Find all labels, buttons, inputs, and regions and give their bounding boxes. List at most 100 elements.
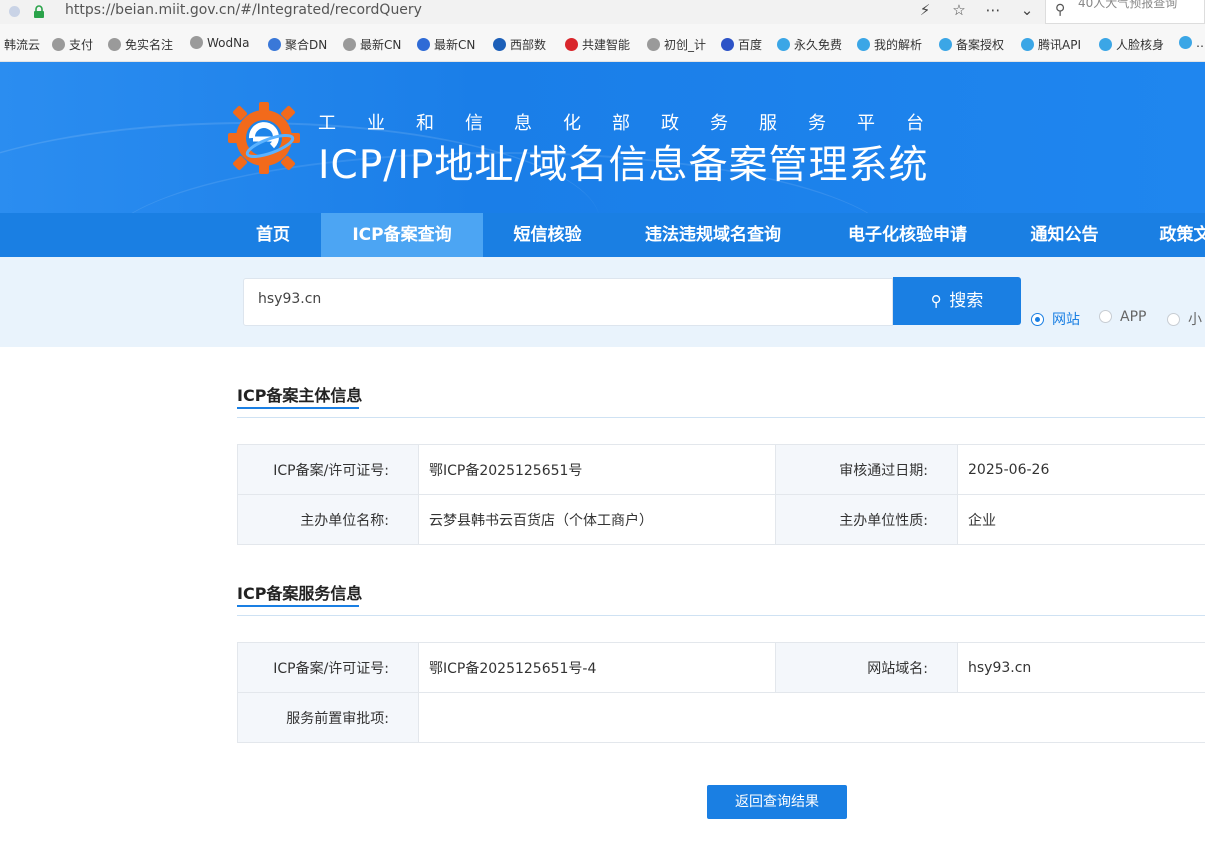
back-to-results-button[interactable]: 返回查询结果 [707,785,847,819]
url-field[interactable]: https://beian.miit.gov.cn/#/Integrated/r… [65,2,422,18]
radio-label: 小 [1188,312,1202,328]
bookmark-item[interactable]: 共建智能 [565,36,641,52]
table-row: ICP备案/许可证号: 鄂ICP备2025125651号 审核通过日期: 202… [237,444,1205,495]
pre-approval-value [418,692,1205,743]
bookmark-favicon-icon [857,38,870,51]
bookmark-item[interactable]: 百度 [721,36,771,52]
site-subtitle: 工业和信息化部政务服务平台 [318,113,955,134]
nav-illegal-domain[interactable]: 违法违规域名查询 [622,213,804,257]
bookmark-item[interactable]: 最新CN [417,36,487,52]
search-icon: ⚲ [1055,2,1066,18]
bookmark-label: 初创_计 [664,38,707,52]
radio-website[interactable]: 网站 [1031,309,1080,329]
search-input[interactable] [258,291,858,307]
subject-info-table: ICP备案/许可证号: 鄂ICP备2025125651号 审核通过日期: 202… [237,444,1205,545]
organizer-type-value: 企业 [957,494,1205,545]
bookmark-item[interactable]: 西部数 [493,36,559,52]
table-row: 主办单位名称: 云梦县韩书云百货店（个体工商户） 主办单位性质: 企业 [237,494,1205,545]
bookmark-favicon-icon [52,38,65,51]
section-divider [237,417,1205,418]
approval-date-value: 2025-06-26 [957,444,1205,495]
chevron-down-icon[interactable]: ⌄ [1017,1,1037,19]
bookmark-label: 支付 [69,38,94,52]
bookmark-item[interactable]: 初创_计 [647,36,715,52]
search-button-label: 搜索 [949,291,984,311]
domain-label: 网站域名: [775,642,958,693]
organizer-name-label: 主办单位名称: [237,494,419,545]
bookmark-item[interactable]: 聚合DN [268,36,337,52]
radio-circle[interactable] [1167,313,1180,326]
radio-label: 网站 [1052,312,1080,328]
organizer-type-label: 主办单位性质: [775,494,958,545]
bookmark-label: 百度 [738,38,763,52]
gear-logo-icon [228,102,300,174]
service-section-title: ICP备案服务信息 [237,584,363,603]
browser-search-box[interactable]: ⚲ 40人大气预报查询 [1045,0,1205,24]
bookmark-favicon-icon [721,38,734,51]
bookmarks-bar: 韩流云 支付 免实名注 WodNa 聚合DN 最新CN 最新CN 西部数 共建智能 初创_计 百度 永… [0,24,1205,62]
nav-policy[interactable]: 政策文 [1140,213,1205,257]
bookmark-item[interactable]: WodNa [190,36,262,52]
license-number-value: 鄂ICP备2025125651号 [418,444,776,495]
service-license-label: ICP备案/许可证号: [237,642,419,693]
more-icon[interactable]: ⋯ [983,1,1003,19]
subject-section-title: ICP备案主体信息 [237,386,363,405]
bookmark-favicon-icon [108,38,121,51]
bookmark-favicon-icon [1021,38,1034,51]
bookmark-item[interactable]: 人脸核身 [1099,36,1173,52]
nav-home[interactable]: 首页 [238,213,308,257]
radio-circle[interactable] [1099,310,1112,323]
bookmark-favicon-icon [190,36,203,49]
star-icon[interactable]: ☆ [949,1,969,19]
radio-app[interactable]: APP [1099,309,1146,325]
table-row: ICP备案/许可证号: 鄂ICP备2025125651号-4 网站域名: hsy… [237,642,1205,693]
license-number-label: ICP备案/许可证号: [237,444,419,495]
bookmark-label: 韩流云 [4,38,41,52]
bookmark-item[interactable]: 韩流云 [4,36,46,52]
bookmark-favicon-icon [417,38,430,51]
nav-e-verify[interactable]: 电子化核验申请 [826,213,989,257]
browser-tools: ⚡ ☆ ⋯ ⌄ [915,1,1037,19]
bookmark-label: 聚合DN [285,38,328,52]
lightning-icon[interactable]: ⚡ [915,1,935,19]
bookmark-label: 备案授权 [956,38,1005,52]
search-button[interactable]: ⚲ 搜索 [893,277,1021,325]
radio-circle[interactable] [1031,313,1044,326]
bookmark-item[interactable]: 腾讯API [1021,36,1093,52]
bookmark-item[interactable]: 免实名注 [108,36,184,52]
site-banner: 工业和信息化部政务服务平台 ICP/IP地址/域名信息备案管理系统 [0,62,1205,213]
bookmark-item[interactable]: 永久免费 [777,36,851,52]
nav-icp-query[interactable]: ICP备案查询 [321,213,483,257]
lock-icon[interactable] [33,5,45,18]
bookmark-favicon-icon [268,38,281,51]
organizer-name-value: 云梦县韩书云百货店（个体工商户） [418,494,776,545]
section-divider [237,615,1205,616]
radio-mini-program[interactable]: 小 [1167,309,1202,329]
bookmark-favicon-icon [343,38,356,51]
bookmark-label: 腾讯API [1038,38,1081,52]
bookmark-label: 我的解析 [874,38,923,52]
bookmark-item[interactable]: 我的解析 [857,36,933,52]
bookmark-favicon-icon [777,38,790,51]
radio-label: APP [1120,309,1147,325]
bookmark-favicon-icon [939,38,952,51]
search-box[interactable] [243,278,893,326]
bookmark-favicon-icon [565,38,578,51]
bookmark-label: WodNa [207,36,250,50]
page-status-icon [9,6,20,17]
nav-notice[interactable]: 通知公告 [1008,213,1121,257]
bookmark-label: 最新CN [434,38,476,52]
bookmark-favicon-icon [1099,38,1112,51]
search-area: ⚲ 搜索 网站 APP 小 [0,257,1205,347]
bookmark-favicon-icon [493,38,506,51]
nav-sms-verify[interactable]: 短信核验 [500,213,595,257]
table-row: 服务前置审批项: [237,692,1205,743]
bookmark-item[interactable]: 最新CN [343,36,411,52]
service-title-underline [237,605,359,607]
approval-date-label: 审核通过日期: [775,444,958,495]
bookmark-item[interactable]: 支付 [52,36,102,52]
bookmark-item[interactable]: 备案授权 [939,36,1015,52]
bookmark-item[interactable]: … [1179,36,1205,52]
search-icon: ⚲ [930,292,942,310]
browser-search-text[interactable]: 40人大气预报查询 [1078,0,1177,11]
